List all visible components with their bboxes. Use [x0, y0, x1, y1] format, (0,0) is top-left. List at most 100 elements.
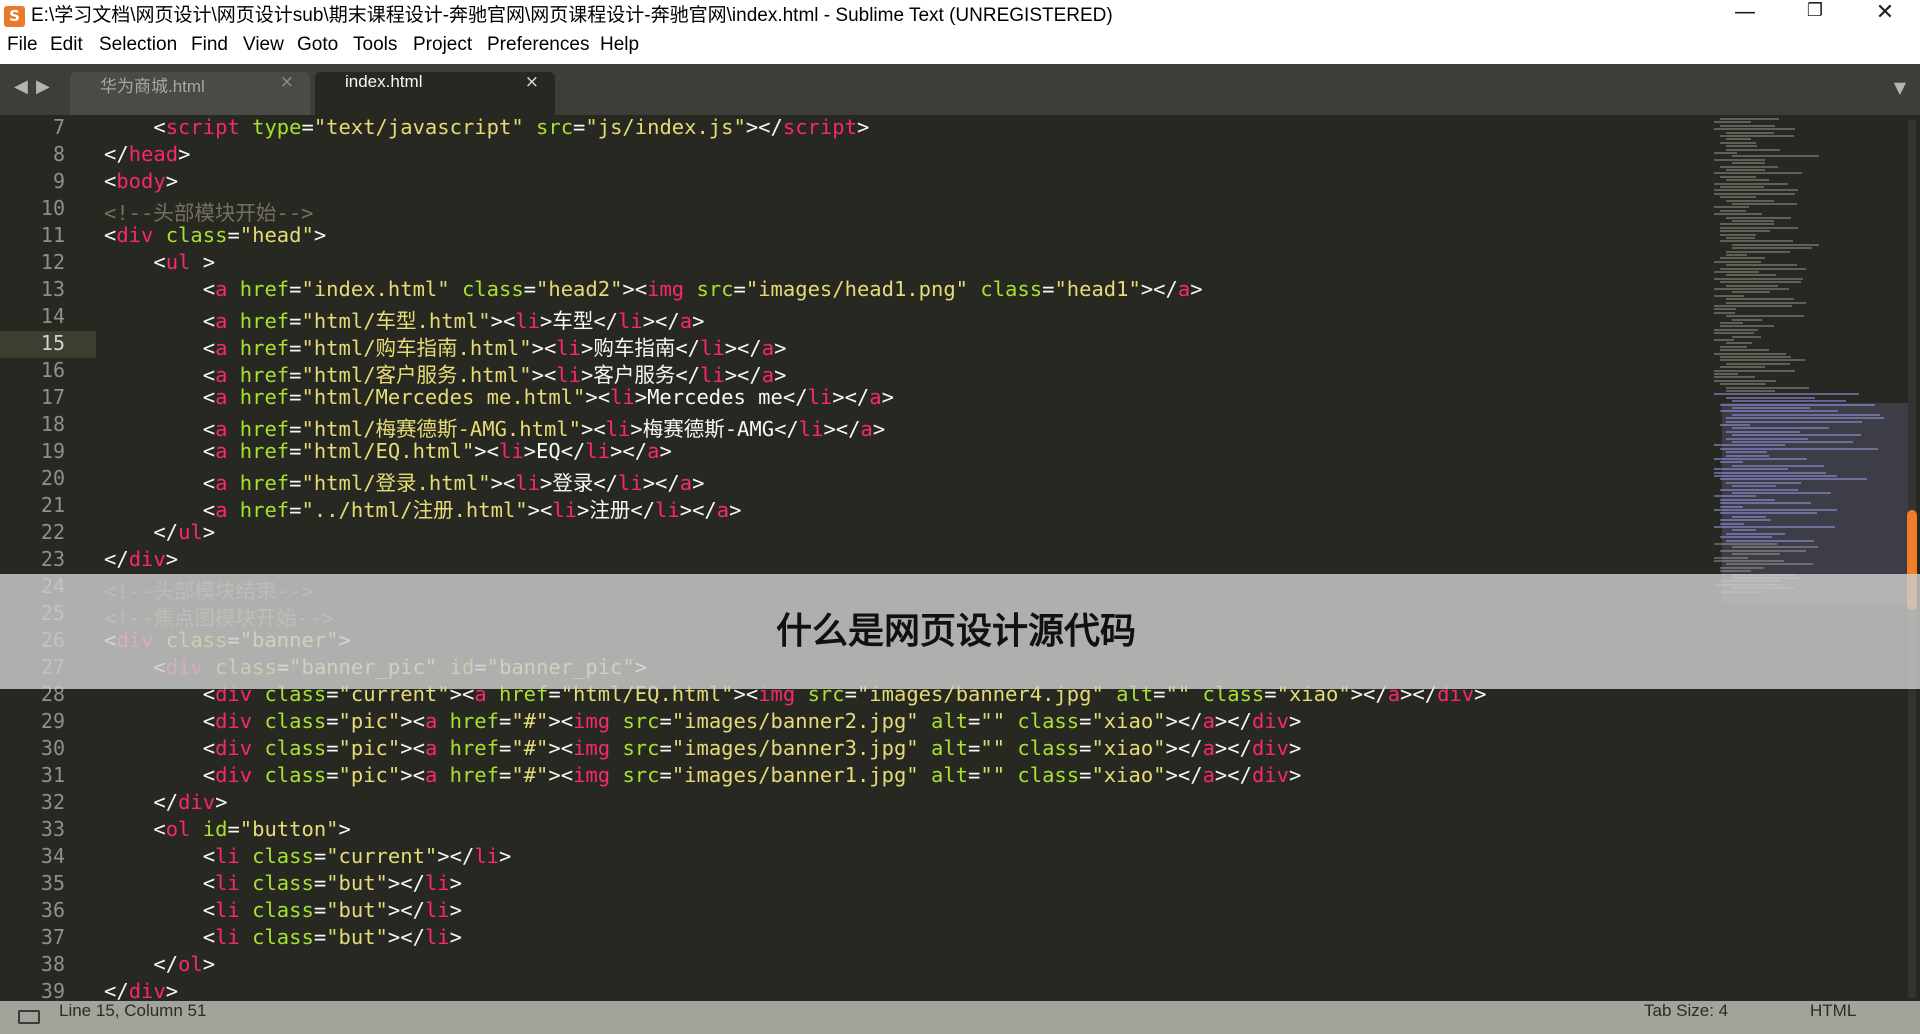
code-line[interactable]: </div> — [104, 790, 227, 817]
code-token: <!--头部模块开始--> — [104, 201, 314, 225]
tab-huawei-html[interactable]: 华为商城.html × — [70, 72, 310, 115]
code-line[interactable]: <li class="but"></li> — [104, 925, 462, 952]
code-line[interactable]: <div class="pic"><a href="#"><img src="i… — [104, 736, 1302, 763]
code-token: li — [515, 309, 540, 333]
code-token: li — [215, 871, 240, 895]
code-token: img — [573, 763, 611, 787]
code-token: a — [215, 498, 228, 522]
code-line[interactable]: <ul > — [104, 250, 215, 277]
code-token: > — [178, 142, 191, 166]
minimap-line — [1726, 417, 1884, 420]
code-token: >< — [580, 417, 606, 441]
menu-edit[interactable]: Edit — [50, 34, 83, 64]
minimap-line — [1726, 264, 1797, 267]
code-line[interactable]: <li class="but"></li> — [104, 898, 462, 925]
code-line[interactable]: </ul> — [104, 520, 215, 547]
code-line[interactable]: <a href="html/客户服务.html"><li>客户服务</li></… — [104, 358, 787, 387]
code-line[interactable]: <a href="../html/注册.html"><li>注册</li></a… — [104, 493, 742, 522]
code-token: >车型</ — [539, 309, 619, 333]
editor-area[interactable]: 7891011121314151617181920212223242526272… — [0, 115, 1920, 1001]
code-token: src — [536, 115, 574, 139]
code-line[interactable]: <script type="text/javascript" src="js/i… — [104, 115, 869, 142]
code-line[interactable]: <a href="html/Mercedes me.html"><li>Merc… — [104, 385, 894, 412]
code-view[interactable]: <script type="text/javascript" src="js/i… — [104, 115, 1704, 1001]
minimap-line — [1732, 464, 1824, 467]
minimap-line — [1726, 138, 1751, 141]
tab-index-html[interactable]: index.html × — [315, 72, 555, 115]
vertical-scrollbar[interactable] — [1904, 115, 1920, 1001]
code-token: > — [449, 925, 462, 949]
code-token: href — [239, 417, 290, 441]
code-token: a — [215, 363, 228, 387]
code-token: >< — [527, 498, 553, 522]
cursor-position[interactable]: Line 15, Column 51 — [59, 1001, 206, 1021]
code-line[interactable]: <li class="but"></li> — [104, 871, 462, 898]
menu-goto[interactable]: Goto — [297, 34, 338, 64]
code-token: class — [461, 277, 524, 301]
tab-size[interactable]: Tab Size: 4 — [1644, 1001, 1728, 1021]
minimap-line — [1714, 376, 1755, 379]
minimize-button[interactable]: — — [1710, 0, 1780, 34]
restore-button[interactable]: ❐ — [1780, 0, 1850, 34]
code-line[interactable]: <a href="html/EQ.html"><li>EQ</li></a> — [104, 439, 672, 466]
code-token: href — [449, 736, 499, 760]
code-token: li — [215, 925, 240, 949]
menu-preferences[interactable]: Preferences — [487, 34, 589, 64]
code-line[interactable]: <ol id="button"> — [104, 817, 351, 844]
code-line[interactable]: <a href="html/登录.html"><li>登录</li></a> — [104, 466, 705, 495]
code-line[interactable]: </head> — [104, 142, 190, 169]
code-line[interactable]: <div class="pic"><a href="#"><img src="i… — [104, 709, 1302, 736]
panel-toggle-icon[interactable] — [18, 1010, 40, 1024]
tab-forward-icon[interactable]: ▶ — [36, 76, 50, 97]
code-token: li — [556, 363, 581, 387]
menu-view[interactable]: View — [243, 34, 284, 64]
minimap-line — [1726, 145, 1757, 148]
code-line[interactable]: <!--头部模块开始--> — [104, 196, 314, 225]
minimap-line — [1714, 495, 1756, 498]
menu-project[interactable]: Project — [413, 34, 472, 64]
tab-back-icon[interactable]: ◀ — [14, 76, 28, 97]
menu-file[interactable]: File — [7, 34, 38, 64]
tab-close-icon[interactable]: × — [525, 72, 539, 92]
minimap-line — [1726, 169, 1765, 171]
code-token: >< — [400, 736, 425, 760]
code-line[interactable]: <a href="html/购车指南.html"><li>购车指南</li></… — [104, 331, 787, 360]
close-button[interactable]: ✕ — [1850, 0, 1920, 34]
code-token: href — [239, 439, 290, 463]
code-token: < — [104, 115, 166, 139]
minimap-line — [1726, 342, 1752, 345]
code-line[interactable]: </div> — [104, 979, 178, 1001]
code-token: = — [326, 736, 339, 760]
code-token: = — [313, 871, 327, 895]
tab-overflow-icon[interactable]: ▼ — [1894, 78, 1906, 97]
minimap-line — [1714, 393, 1859, 396]
code-token: < — [104, 817, 166, 841]
tab-close-icon[interactable]: × — [280, 72, 294, 92]
code-line[interactable]: <li class="current"></li> — [104, 844, 512, 871]
line-number: 31 — [40, 763, 65, 787]
code-line[interactable]: <div class="pic"><a href="#"><img src="i… — [104, 763, 1302, 790]
code-token: ></ — [642, 471, 680, 495]
minimap[interactable] — [1712, 115, 1908, 635]
code-line[interactable]: </ol> — [104, 952, 215, 979]
minimap-line — [1714, 379, 1776, 382]
code-line[interactable]: <a href="html/车型.html"><li>车型</li></a> — [104, 304, 705, 333]
code-line[interactable]: <a href="index.html" class="head2"><img … — [104, 277, 1203, 304]
minimap-line — [1726, 420, 1862, 423]
menu-tools[interactable]: Tools — [353, 34, 397, 64]
menu-find[interactable]: Find — [191, 34, 228, 64]
minimap-line — [1720, 281, 1801, 284]
code-line[interactable]: <a href="html/梅赛德斯-AMG.html"><li>梅赛德斯-AM… — [104, 412, 885, 441]
minimap-line — [1714, 288, 1789, 290]
minimap-line — [1714, 192, 1795, 195]
menu-selection[interactable]: Selection — [99, 34, 177, 64]
minimap-line — [1720, 226, 1798, 229]
code-line[interactable]: </div> — [104, 547, 178, 574]
code-line[interactable]: <div class="head"> — [104, 223, 326, 250]
menu-help[interactable]: Help — [600, 34, 639, 64]
minimap-line — [1714, 311, 1735, 314]
code-line[interactable]: <body> — [104, 169, 178, 196]
syntax-mode[interactable]: HTML — [1810, 1001, 1856, 1021]
